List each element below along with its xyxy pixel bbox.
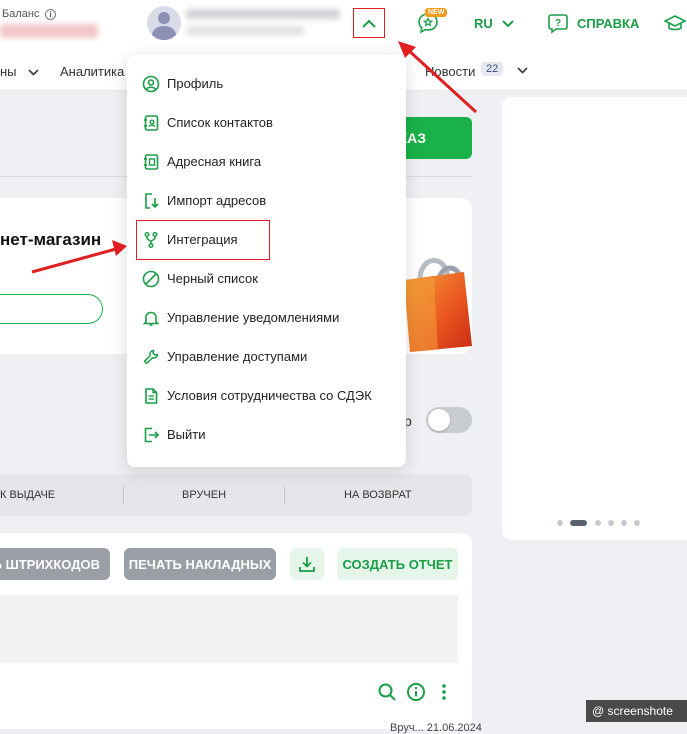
carousel-dot[interactable]	[595, 520, 601, 526]
user-id-blurred	[186, 26, 304, 35]
carousel-dot[interactable]	[621, 520, 627, 526]
menu-item-label: Импорт адресов	[167, 193, 267, 208]
setting-toggle[interactable]	[426, 407, 472, 433]
nav-item-label: ны	[0, 64, 17, 79]
nav-item-label: Новости	[425, 64, 476, 79]
menu-item-label: Условия сотрудничества со СДЭК	[167, 388, 372, 403]
menu-item-label: Управление уведомлениями	[167, 310, 340, 325]
menu-item-blocked[interactable]: Черный список	[127, 259, 406, 298]
menu-item-wrench[interactable]: Управление доступами	[127, 337, 406, 376]
graduation-cap-icon[interactable]	[664, 13, 686, 33]
user-name-blurred	[186, 9, 340, 19]
language-selector[interactable]: RU	[474, 16, 515, 31]
svg-text:?: ?	[555, 18, 561, 29]
watermark: @ screenshote	[586, 700, 687, 722]
tab-separator	[284, 486, 285, 504]
avatar[interactable]	[147, 6, 181, 40]
shopping-bag-image	[404, 258, 472, 352]
balance-label: Баланс	[2, 8, 40, 20]
carousel-dot-active[interactable]	[570, 520, 587, 526]
bell-icon	[142, 311, 160, 326]
download-icon	[299, 557, 315, 572]
menu-item-label: Список контактов	[167, 115, 273, 130]
menu-item-import[interactable]: Импорт адресов	[127, 181, 406, 220]
menu-item-label: Черный список	[167, 271, 258, 286]
promo-input[interactable]	[0, 294, 103, 324]
print-waybills-button[interactable]: ПЕЧАТЬ НАКЛАДНЫХ	[124, 548, 276, 580]
help-link[interactable]: СПРАВКА	[577, 16, 639, 31]
chevron-up-icon	[362, 19, 376, 28]
news-count-badge: 22	[481, 62, 504, 76]
import-icon	[145, 192, 159, 209]
balance-value-blurred	[0, 24, 98, 38]
tab-separator	[123, 486, 124, 504]
nav-item-partial[interactable]: ны	[0, 64, 39, 79]
nav-item-analytics[interactable]: Аналитика	[60, 64, 124, 79]
nav-item-label: Аналитика	[60, 64, 125, 79]
contact-book-icon	[144, 114, 159, 131]
menu-item-label: Профиль	[167, 76, 224, 91]
logout-icon	[144, 427, 160, 442]
blocked-icon	[142, 270, 160, 287]
carousel-dot[interactable]	[608, 520, 614, 526]
menu-item-label: Выйти	[167, 427, 206, 442]
tab-ready-for-pickup[interactable]: К ВЫДАЧЕ	[0, 489, 55, 501]
info-icon[interactable]	[406, 682, 426, 702]
carousel-card	[502, 97, 687, 540]
promo-title: нет-магазин	[0, 230, 102, 249]
nav-item-news[interactable]: Новости	[425, 64, 475, 79]
menu-item-label: Управление доступами	[167, 349, 308, 364]
tab-delivered[interactable]: ВРУЧЕН	[182, 489, 226, 501]
account-menu-toggle-button[interactable]	[353, 8, 385, 38]
menu-item-logout[interactable]: Выйти	[127, 415, 406, 454]
menu-item-contact-book[interactable]: Список контактов	[127, 103, 406, 142]
tab-return[interactable]: НА ВОЗВРАТ	[344, 489, 412, 501]
wrench-icon	[143, 349, 159, 365]
menu-item-document[interactable]: Условия сотрудничества со СДЭК	[127, 376, 406, 415]
new-badge: NEW	[425, 8, 448, 17]
help-icon[interactable]: ?	[547, 12, 569, 34]
address-book-icon	[144, 153, 159, 170]
more-vertical-icon[interactable]	[434, 682, 454, 702]
search-icon[interactable]	[377, 682, 397, 702]
document-icon	[145, 387, 158, 404]
create-report-button[interactable]: СОЗДАТЬ ОТЧЕТ	[337, 548, 458, 580]
chevron-down-icon	[502, 20, 515, 28]
user-circle-icon	[142, 75, 160, 92]
menu-item-bell[interactable]: Управление уведомлениями	[127, 298, 406, 337]
filter-area	[0, 595, 458, 663]
delivery-date-text: Вруч... 21.06.2024	[390, 722, 482, 734]
menu-item-label: Адресная книга	[167, 154, 262, 169]
balance-info-icon[interactable]: i	[45, 9, 56, 20]
language-label: RU	[474, 16, 493, 31]
menu-item-address-book[interactable]: Адресная книга	[127, 142, 406, 181]
download-button[interactable]	[290, 548, 324, 580]
highlight-box	[136, 220, 270, 260]
chevron-down-icon[interactable]	[517, 67, 528, 74]
menu-item-user-circle[interactable]: Профиль	[127, 64, 406, 103]
carousel-dot[interactable]	[557, 520, 563, 526]
chevron-down-icon	[28, 69, 39, 76]
print-barcodes-button[interactable]: ТЬ ШТРИХКОДОВ	[0, 548, 110, 580]
carousel-dot[interactable]	[634, 520, 640, 526]
